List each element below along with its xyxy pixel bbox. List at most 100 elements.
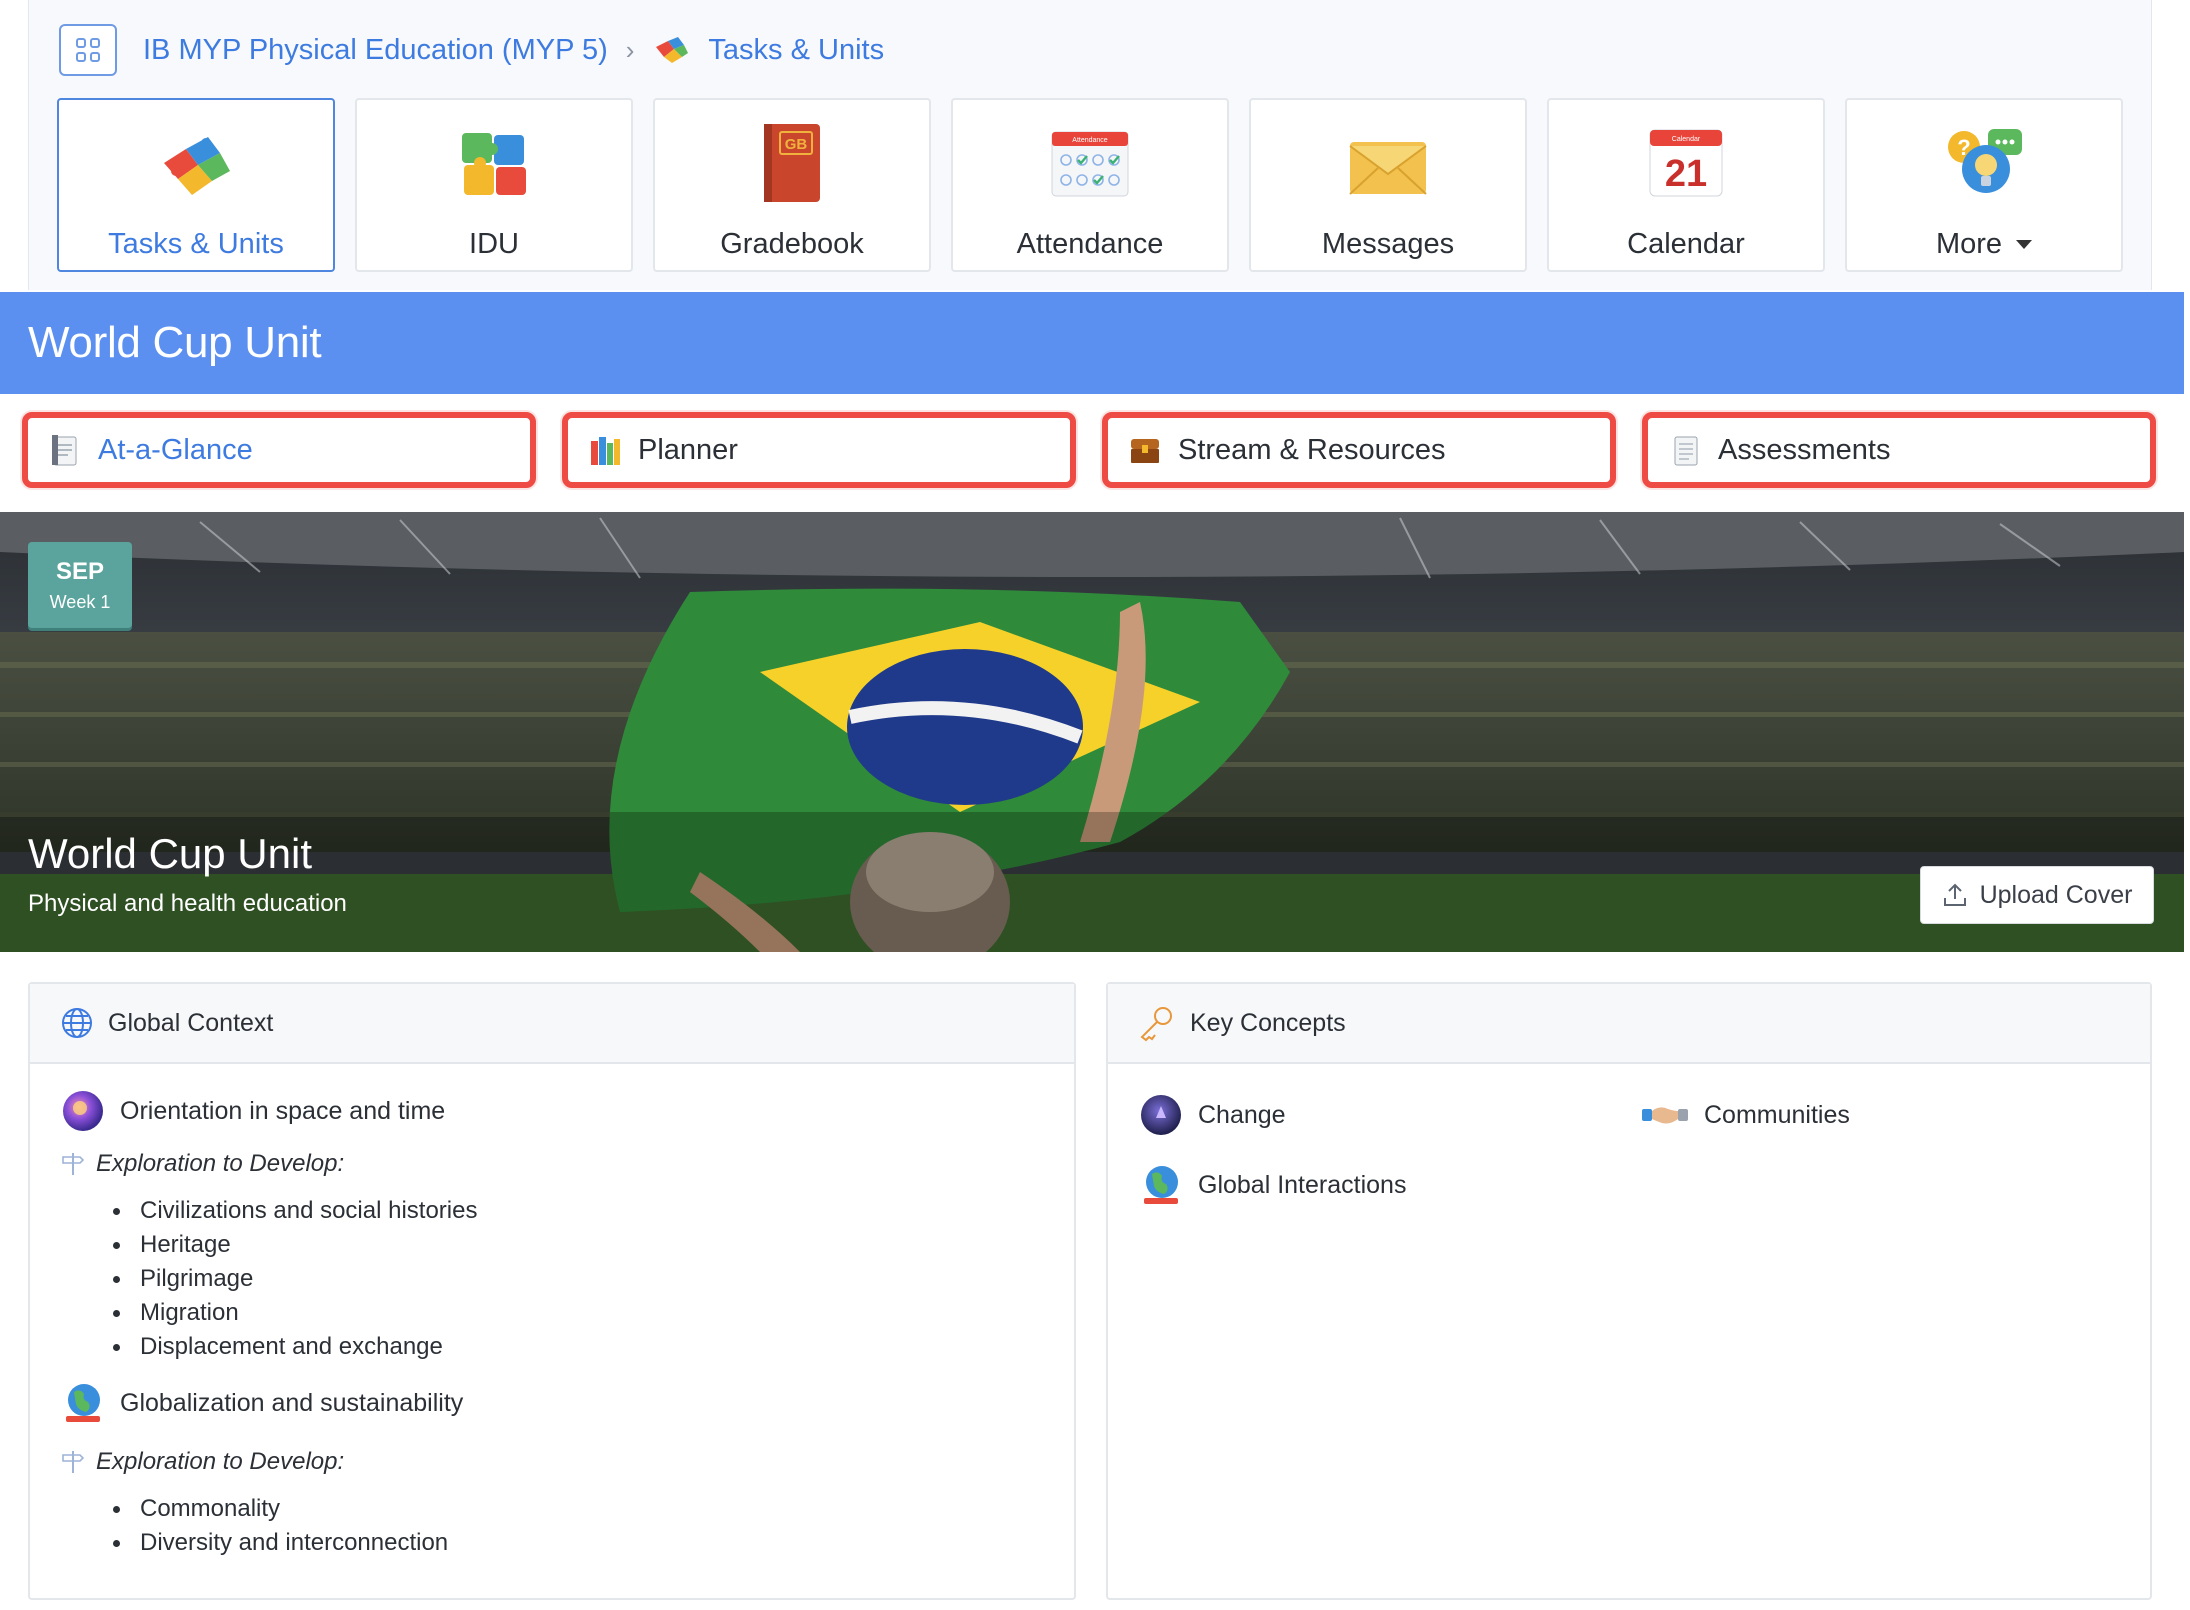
unit-subtabs: At-a-Glance Planner Stream & Resources A… [0, 394, 2184, 512]
svg-text:GB: GB [785, 136, 808, 153]
context-title-text: Globalization and sustainability [120, 1388, 464, 1417]
svg-text:21: 21 [1665, 153, 1707, 195]
unit-title-band: World Cup Unit [0, 292, 2184, 394]
apps-grid-button[interactable] [59, 24, 117, 76]
list-item: Diversity and interconnection [113, 1526, 1050, 1560]
puzzle-icon [652, 33, 690, 67]
global-context-panel: Global Context Orientation in space and … [28, 982, 1076, 1600]
unit-title: World Cup Unit [28, 318, 322, 367]
tile-label: Attendance [1016, 228, 1164, 260]
context-title: Orientation in space and time [60, 1088, 1050, 1134]
list-item: Displacement and exchange [113, 1330, 1050, 1364]
tile-gradebook[interactable]: GB Gradebook [653, 98, 931, 272]
breadcrumb: IB MYP Physical Education (MYP 5) › Task… [59, 24, 884, 76]
context-title-text: Orientation in space and time [120, 1096, 446, 1125]
chevron-right-icon: › [625, 34, 635, 65]
page: IB MYP Physical Education (MYP 5) › Task… [0, 0, 2190, 1610]
exploration-list: Commonality Diversity and interconnectio… [60, 1492, 1050, 1560]
handshake-icon [1642, 1107, 1688, 1124]
document-icon [1674, 436, 1698, 466]
puzzle-multi-icon [451, 120, 537, 206]
concept-item: Change [1138, 1092, 1640, 1138]
key-concepts-panel: Key Concepts Change Communities Global I… [1106, 982, 2152, 1600]
concept-item: Global Interactions [1138, 1162, 1640, 1208]
tile-idu[interactable]: IDU [355, 98, 633, 272]
upload-icon [1943, 883, 1966, 906]
gradebook-icon: GB [749, 120, 835, 206]
tab-label: Planner [638, 433, 738, 466]
panel-title: Global Context [108, 1008, 274, 1037]
orb-icon [63, 1091, 103, 1131]
concept-item: Communities [1640, 1092, 2120, 1138]
tab-label: At-a-Glance [98, 433, 253, 466]
top-navigation: IB MYP Physical Education (MYP 5) › Task… [28, 0, 2152, 290]
more-label: More [1935, 228, 2003, 260]
upload-cover-button[interactable]: Upload Cover [1920, 866, 2154, 924]
puzzle-icon [153, 120, 239, 206]
attendance-icon: Attendance [1047, 120, 1133, 206]
tab-label: Stream & Resources [1178, 433, 1446, 466]
signpost-icon [62, 1451, 85, 1473]
list-item: Civilizations and social histories [113, 1194, 1050, 1228]
chest-icon [1131, 439, 1159, 463]
calendar-icon: Calendar 21 [1643, 120, 1729, 206]
cover-subtitle: Physical and health education [28, 890, 347, 917]
breadcrumb-course-link[interactable]: IB MYP Physical Education (MYP 5) [143, 34, 608, 67]
panel-header: Key Concepts [1108, 984, 2150, 1064]
context-title: Globalization and sustainability [60, 1380, 1050, 1426]
notepad-icon [52, 435, 77, 466]
tab-planner[interactable]: Planner [562, 412, 1076, 488]
exploration-list: Civilizations and social histories Herit… [60, 1194, 1050, 1364]
envelope-icon [1345, 120, 1431, 206]
signpost-icon [62, 1153, 85, 1175]
tile-tasks-units[interactable]: Tasks & Units [57, 98, 335, 272]
tile-label: More [1935, 228, 2033, 261]
date-badge: SEP Week 1 [28, 542, 132, 628]
panel-header: Global Context [30, 984, 1074, 1064]
tile-more[interactable]: ? More [1845, 98, 2123, 272]
tab-stream-resources[interactable]: Stream & Resources [1102, 412, 1616, 488]
concept-label: Change [1198, 1100, 1286, 1129]
tile-label: Tasks & Units [108, 228, 284, 260]
exploration-label-text: Exploration to Develop: [96, 1150, 345, 1177]
panel-title: Key Concepts [1190, 1008, 1346, 1037]
exploration-label-text: Exploration to Develop: [96, 1448, 345, 1475]
tile-attendance[interactable]: Attendance Attendance [951, 98, 1229, 272]
list-item: Migration [113, 1296, 1050, 1330]
upload-cover-label: Upload Cover [1979, 880, 2133, 909]
list-item: Heritage [113, 1228, 1050, 1262]
date-month: SEP [55, 557, 105, 585]
concept-label: Global Interactions [1198, 1170, 1407, 1199]
tab-label: Assessments [1718, 433, 1891, 466]
breadcrumb-current[interactable]: Tasks & Units [708, 34, 884, 67]
tile-messages[interactable]: Messages [1249, 98, 1527, 272]
cover-title: World Cup Unit [28, 830, 312, 877]
exploration-label: Exploration to Develop: [60, 1150, 1050, 1178]
cover-image [0, 512, 2184, 952]
tile-label: IDU [469, 228, 519, 260]
date-week: Week 1 [49, 591, 111, 612]
app-tiles: Tasks & Units IDU GB Gradebook Attendanc… [57, 98, 2123, 272]
svg-text:Attendance: Attendance [1072, 137, 1108, 144]
unit-cover: SEP Week 1 World Cup Unit Physical and h… [0, 512, 2184, 952]
help-chat-icon: ? [1941, 120, 2027, 206]
grid-icon [76, 38, 100, 62]
tile-label: Calendar [1627, 228, 1745, 260]
books-icon [591, 437, 620, 465]
change-orb-icon [1141, 1095, 1181, 1135]
key-icon [1140, 1007, 1172, 1042]
concept-label: Communities [1704, 1100, 1850, 1129]
context-list: Orientation in space and time Exploratio… [60, 1088, 1050, 1560]
caret-down-icon [2016, 240, 2033, 249]
list-item: Pilgrimage [113, 1262, 1050, 1296]
tile-label: Gradebook [720, 228, 864, 260]
svg-text:Calendar: Calendar [1672, 136, 1701, 143]
tab-at-a-glance[interactable]: At-a-Glance [22, 412, 536, 488]
tab-assessments[interactable]: Assessments [1642, 412, 2156, 488]
list-item: Commonality [113, 1492, 1050, 1526]
globe-icon [1144, 1166, 1178, 1204]
tile-label: Messages [1321, 228, 1455, 260]
tile-calendar[interactable]: Calendar 21 Calendar [1547, 98, 1825, 272]
globe-outline-icon [62, 1008, 92, 1038]
concept-list: Change Communities Global Interactions [1138, 1092, 2124, 1208]
